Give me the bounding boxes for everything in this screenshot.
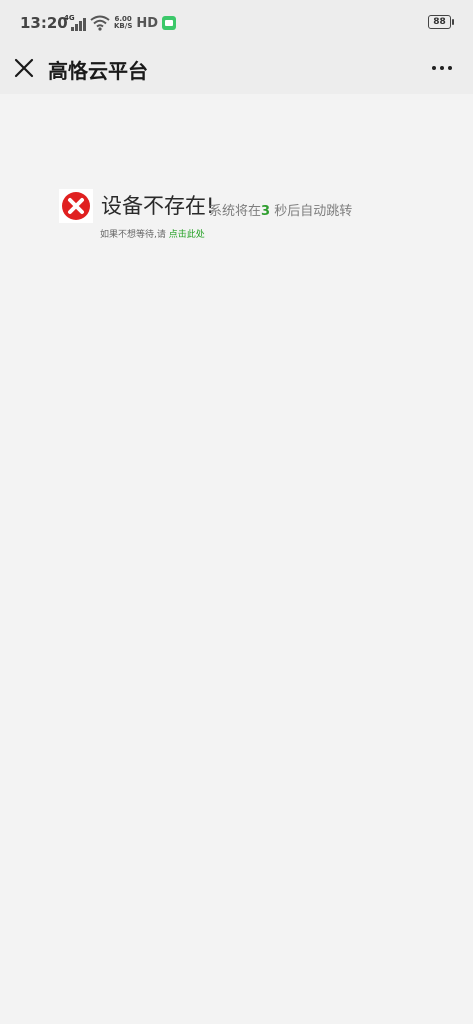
error-title: 设备不存在! xyxy=(101,194,215,218)
signal-icon: 4G xyxy=(64,14,86,32)
wait-prefix: 如果不想等待,请 xyxy=(100,230,169,240)
hd-indicator: HD xyxy=(136,15,159,31)
redirect-notice: 系统将在3 秒后自动跳转 xyxy=(209,200,352,219)
title-bar: 高恪云平台 xyxy=(0,46,473,94)
battery-icon: 88 xyxy=(428,15,454,29)
status-bar: 13:20 4G 6.00 KB/S HD 88 xyxy=(0,0,473,46)
close-button[interactable] xyxy=(10,54,38,82)
message-notification-icon xyxy=(162,16,177,30)
more-options-button[interactable] xyxy=(429,55,455,81)
more-icon xyxy=(432,66,436,70)
redirect-prefix: 系统将在 xyxy=(209,204,262,219)
speed-unit: KB/S xyxy=(114,22,133,30)
close-icon xyxy=(14,58,34,78)
page-title: 高恪云平台 xyxy=(48,59,148,83)
status-time: 13:20 xyxy=(20,14,68,32)
status-icons: 4G 6.00 KB/S HD xyxy=(64,12,177,34)
redirect-suffix: 秒后自动跳转 xyxy=(270,204,353,219)
countdown-seconds: 3 xyxy=(261,204,271,219)
content-area: 设备不存在! 系统将在3 秒后自动跳转 如果不想等待,请 点击此处 xyxy=(0,94,473,1024)
network-speed: 6.00 KB/S xyxy=(114,16,132,30)
wait-hint: 如果不想等待,请 点击此处 xyxy=(100,227,205,240)
wifi-icon xyxy=(90,15,110,31)
error-icon xyxy=(59,189,93,223)
click-here-link[interactable]: 点击此处 xyxy=(169,230,205,240)
